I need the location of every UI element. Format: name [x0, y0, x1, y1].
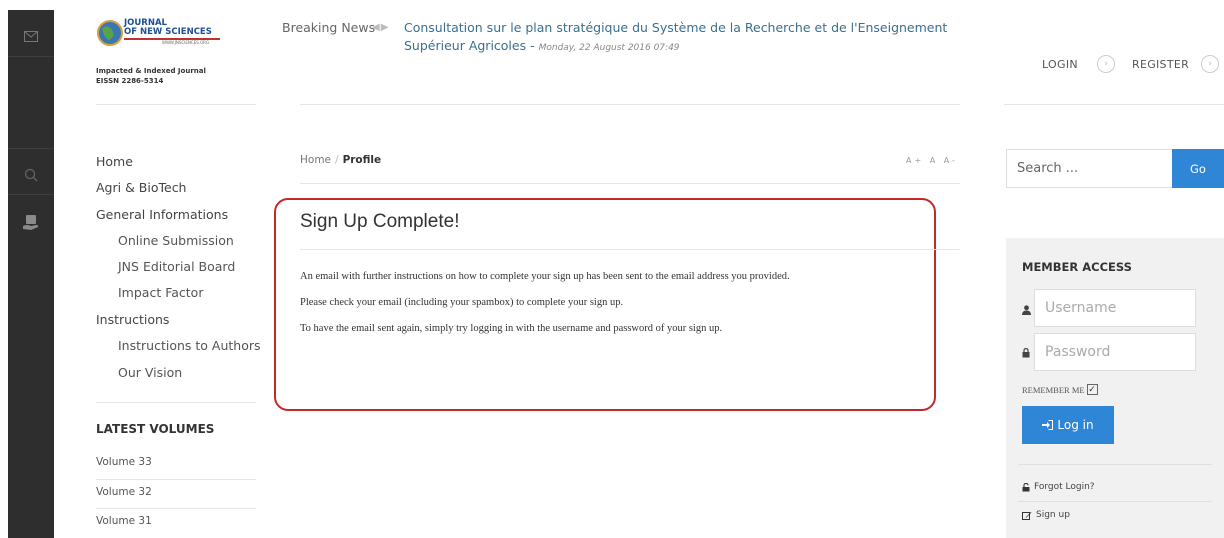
news-nav-arrows[interactable]: ◀▶: [372, 22, 389, 33]
breadcrumb-home[interactable]: Home: [300, 154, 331, 166]
signup-message: An email with further instructions on ho…: [300, 271, 790, 282]
nav-divider: [96, 402, 256, 403]
login-button-label: Log in: [1057, 418, 1094, 432]
mail-icon[interactable]: [8, 18, 54, 54]
search-icon[interactable]: [8, 160, 54, 190]
forgot-login-link[interactable]: Forgot Login?: [1022, 482, 1095, 492]
remember-me-label: REMEMBER ME: [1022, 384, 1085, 395]
auth-divider: [1004, 104, 1224, 105]
journal-tagline: Impacted & Indexed Journal EISSN 2286-53…: [96, 67, 206, 85]
nav-our-vision[interactable]: Our Vision: [118, 365, 182, 380]
remember-me[interactable]: REMEMBER ME ✓: [1022, 384, 1098, 395]
lock-icon: [1022, 347, 1030, 361]
sign-up-label: Sign up: [1036, 510, 1070, 520]
sign-in-icon: [1042, 420, 1054, 430]
register-arrow-icon[interactable]: ›: [1201, 55, 1219, 73]
globe-icon: [97, 20, 123, 46]
journal-logo[interactable]: JOURNAL OF NEW SCIENCES WWW.JNSCIENCES.O…: [96, 18, 236, 50]
volume-divider: [96, 479, 256, 480]
volume-link[interactable]: Volume 31: [96, 515, 152, 527]
breadcrumb: Home / Profile: [300, 154, 381, 166]
panel-divider: [1018, 464, 1212, 465]
search-go-button[interactable]: Go: [1172, 149, 1224, 188]
user-icon: [1022, 305, 1031, 318]
login-button[interactable]: Log in: [1022, 406, 1114, 444]
header-divider: [300, 104, 960, 105]
nav-home[interactable]: Home: [96, 154, 133, 169]
left-icon-rail: [8, 10, 54, 538]
username-field[interactable]: Username: [1034, 289, 1196, 327]
nav-online-submission[interactable]: Online Submission: [118, 233, 234, 248]
page-title: Sign Up Complete!: [300, 211, 460, 232]
login-link[interactable]: LOGIN: [1042, 58, 1078, 71]
nav-general-informations[interactable]: General Informations: [96, 207, 228, 222]
breaking-news-headline[interactable]: Consultation sur le plan stratégique du …: [404, 19, 960, 57]
sign-up-link[interactable]: Sign up: [1022, 510, 1070, 520]
breadcrumb-separator: /: [335, 154, 339, 166]
latest-volumes-heading: LATEST VOLUMES: [96, 422, 215, 436]
nav-instructions-to-authors[interactable]: Instructions to Authors: [118, 338, 261, 353]
book-hand-icon[interactable]: [8, 206, 54, 240]
panel-divider: [1018, 501, 1212, 502]
search-input[interactable]: Search ...: [1006, 149, 1172, 188]
logo-title-2: OF NEW SCIENCES: [124, 27, 212, 37]
logo-url: WWW.JNSCIENCES.ORG: [162, 40, 210, 45]
nav-instructions[interactable]: Instructions: [96, 312, 169, 327]
login-arrow-icon[interactable]: ›: [1097, 55, 1115, 73]
edit-icon: [1022, 511, 1032, 520]
password-field[interactable]: Password: [1034, 333, 1196, 371]
headline-date: Monday, 22 August 2016 07:49: [538, 43, 680, 53]
signup-message: Please check your email (including your …: [300, 297, 624, 308]
logo-divider: [96, 104, 256, 105]
register-link[interactable]: REGISTER: [1132, 58, 1189, 71]
volume-link[interactable]: Volume 32: [96, 486, 152, 498]
breadcrumb-divider: [300, 183, 960, 184]
volume-link[interactable]: Volume 33: [96, 456, 152, 468]
remember-me-checkbox[interactable]: ✓: [1086, 384, 1098, 395]
title-divider: [300, 249, 960, 250]
nav-impact-factor[interactable]: Impact Factor: [118, 285, 203, 300]
breaking-news-label: Breaking News: [282, 20, 376, 35]
nav-editorial-board[interactable]: JNS Editorial Board: [118, 259, 235, 274]
volume-divider: [96, 508, 256, 509]
unlock-icon: [1022, 482, 1030, 491]
nav-agri-biotech[interactable]: Agri & BioTech: [96, 180, 187, 195]
member-access-title: MEMBER ACCESS: [1022, 260, 1132, 274]
signup-message: To have the email sent again, simply try…: [300, 323, 723, 334]
forgot-login-label: Forgot Login?: [1034, 482, 1095, 492]
font-size-controls[interactable]: A+ A A-: [906, 156, 958, 165]
breadcrumb-current: Profile: [342, 154, 382, 166]
